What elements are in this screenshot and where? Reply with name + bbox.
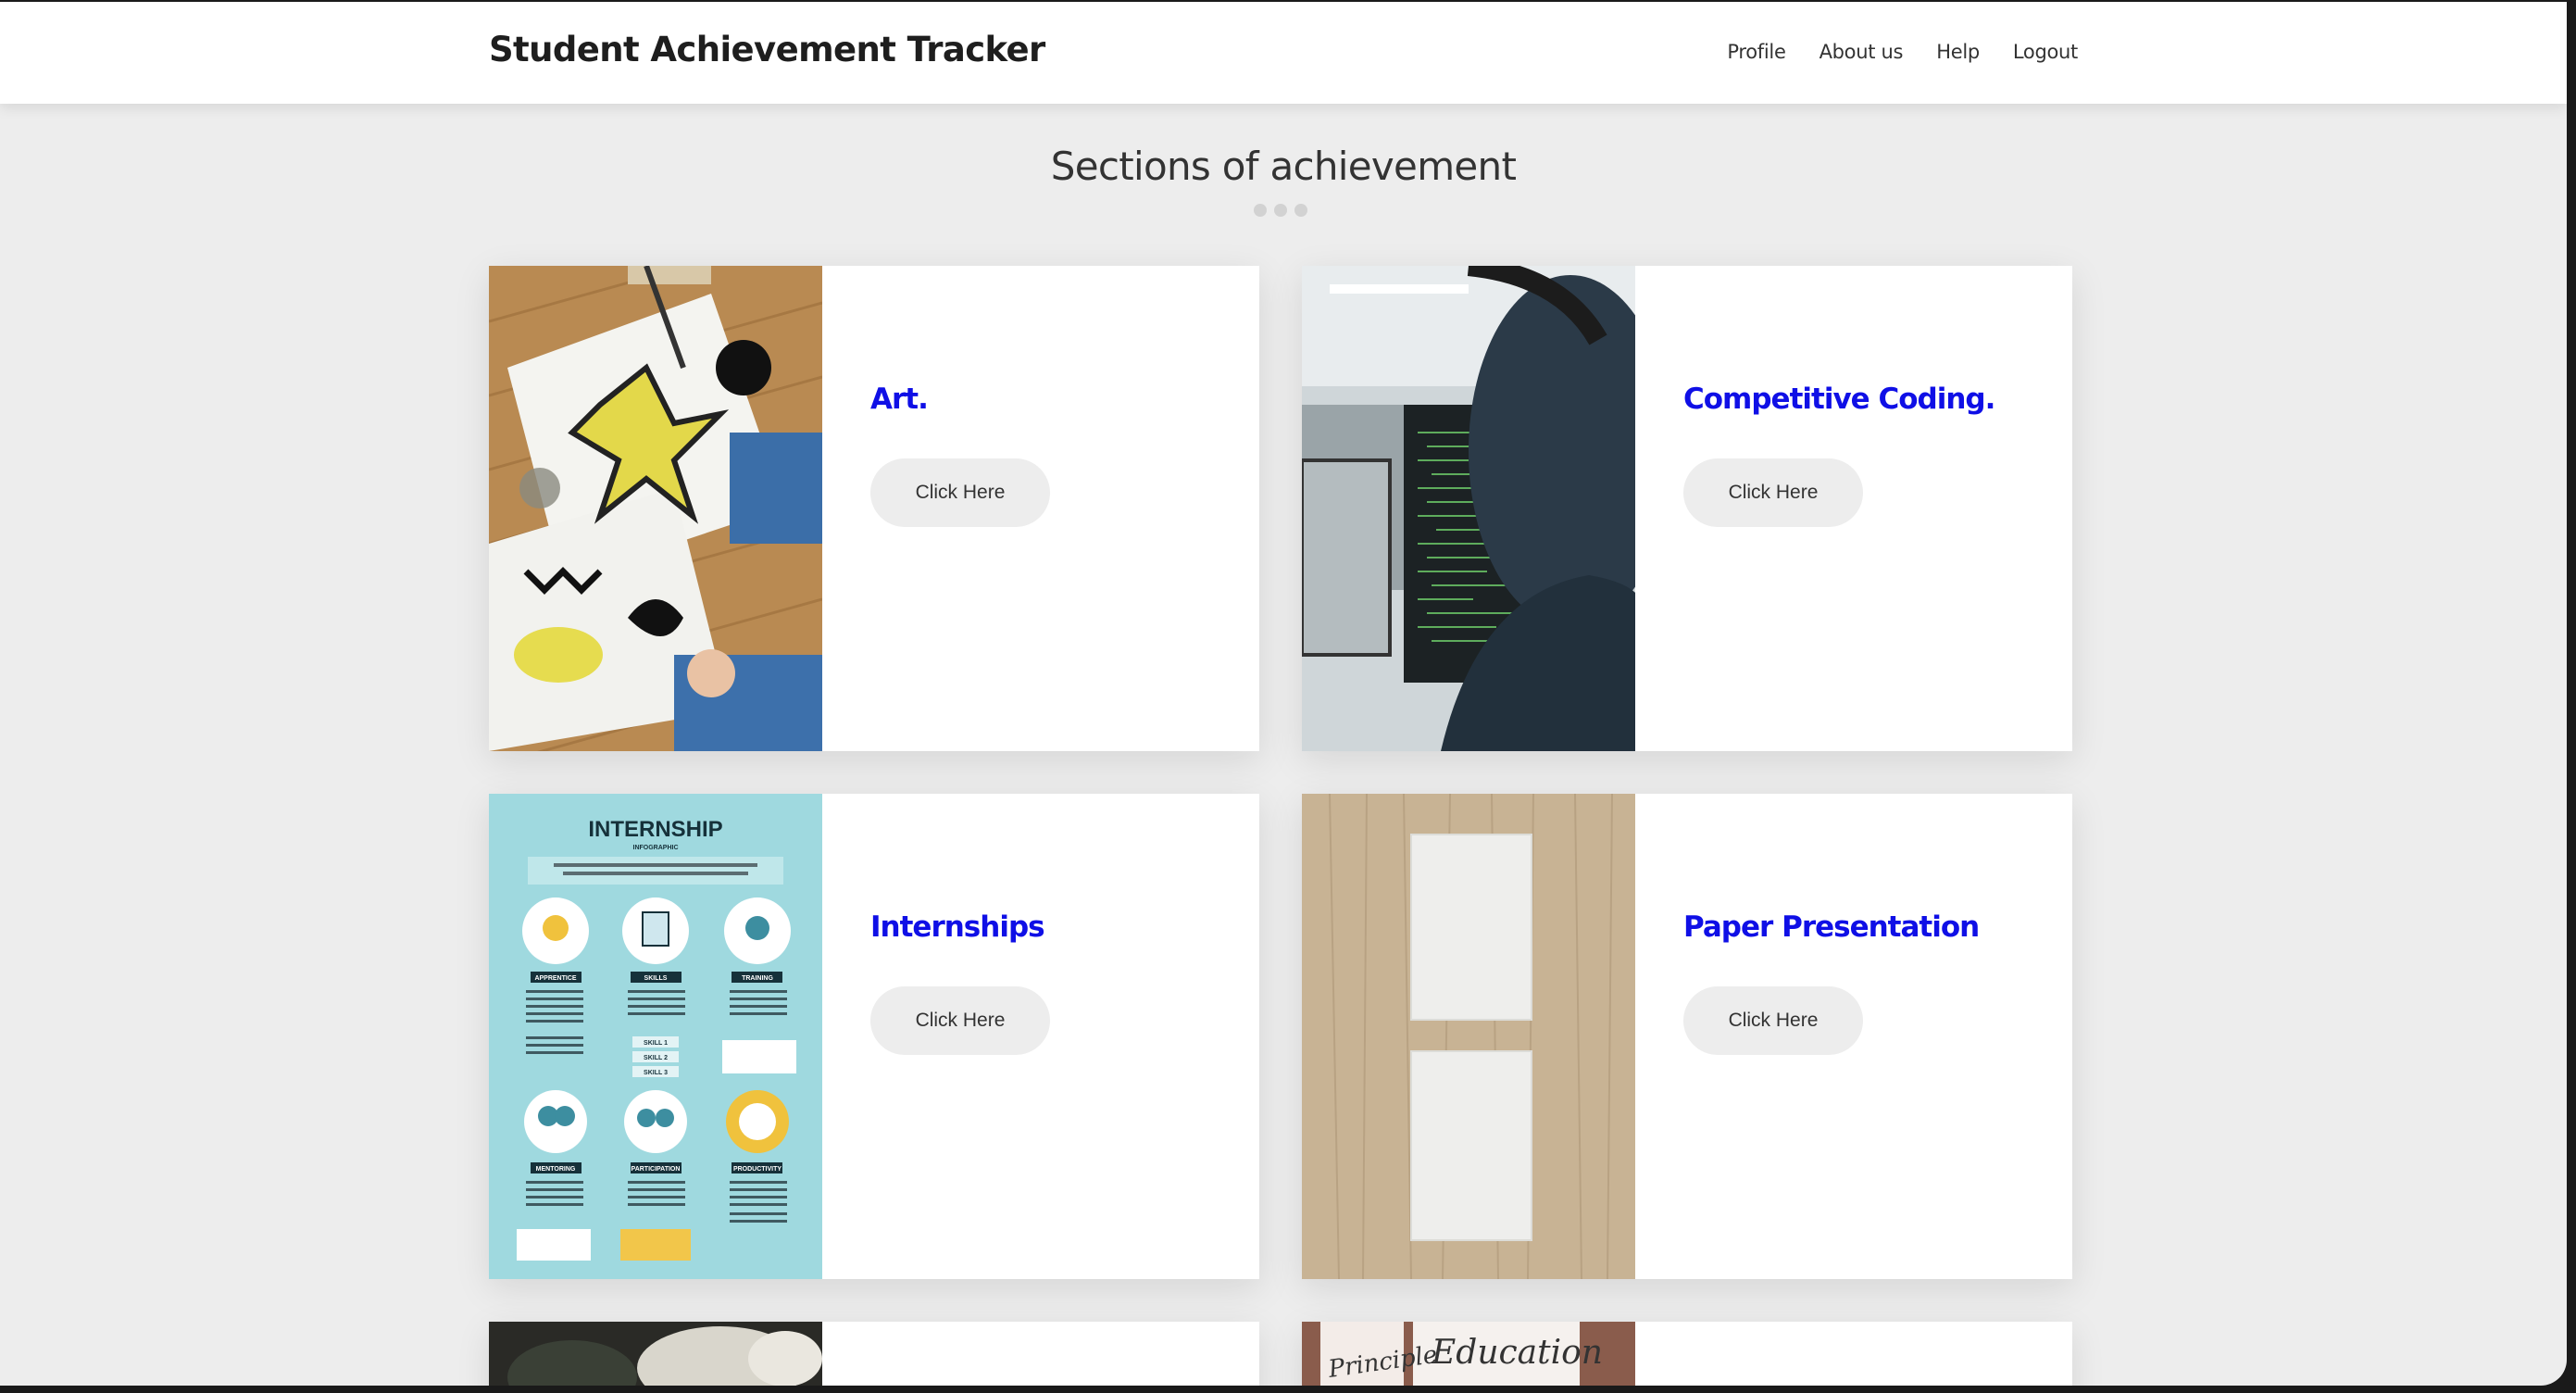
education-board-photo: Principle Education [1302, 1322, 1635, 1386]
section-card-partial-right: Principle Education [1302, 1322, 2072, 1386]
paper-click-here-button[interactable]: Click Here [1683, 986, 1863, 1055]
divider-dot [1254, 204, 1267, 217]
divider-dot [1274, 204, 1287, 217]
divider-dot [1294, 204, 1307, 217]
nav-help-link[interactable]: Help [1936, 41, 1980, 63]
infographic-title: INTERNSHIP [588, 817, 722, 842]
nav-about-link[interactable]: About us [1819, 41, 1904, 63]
label-productivity: PRODUCTIVITY [733, 1166, 782, 1173]
paper-photo [1302, 794, 1635, 1279]
card-title-internships: Internships [870, 910, 1045, 944]
scrollbar-track[interactable] [2559, 1234, 2567, 1271]
label-training: TRAINING [742, 975, 773, 982]
section-card-paper-presentation: Paper Presentation Click Here [1302, 794, 2072, 1279]
group-photo [489, 1322, 822, 1386]
section-card-competitive-coding: Competitive Coding. Click Here [1302, 266, 2072, 751]
top-navbar: Student Achievement Tracker Profile Abou… [0, 2, 2567, 104]
section-card-internships: INTERNSHIP INFOGRAPHIC APPRENTICE SKILLS… [489, 794, 1259, 1279]
art-click-here-button[interactable]: Click Here [870, 458, 1050, 527]
partial-text-education: Education [1431, 1334, 1603, 1372]
skill-1-label: SKILL 1 [644, 1040, 668, 1047]
art-photo [489, 266, 822, 751]
internships-click-here-button[interactable]: Click Here [870, 986, 1050, 1055]
label-apprentice: APPRENTICE [534, 975, 576, 982]
card-title-competitive-coding: Competitive Coding. [1683, 383, 1995, 416]
internship-infographic: INTERNSHIP INFOGRAPHIC APPRENTICE SKILLS… [489, 794, 822, 1279]
section-card-partial-left [489, 1322, 1259, 1386]
label-participation: PARTICIPATION [631, 1166, 681, 1173]
nav-profile-link[interactable]: Profile [1727, 41, 1786, 63]
label-skills: SKILLS [644, 975, 668, 982]
skill-3-label: SKILL 3 [644, 1070, 668, 1076]
nav-menu: Profile About us Help Logout [1727, 41, 2078, 63]
card-title-paper-presentation: Paper Presentation [1683, 910, 1980, 944]
brand-title[interactable]: Student Achievement Tracker [489, 30, 1045, 69]
browser-frame: Student Achievement Tracker Profile Abou… [0, 0, 2576, 1393]
coding-click-here-button[interactable]: Click Here [1683, 458, 1863, 527]
infographic-subtitle: INFOGRAPHIC [633, 845, 679, 851]
heading-divider-dots [1254, 204, 1307, 217]
skill-2-label: SKILL 2 [644, 1055, 668, 1061]
label-mentoring: MENTORING [536, 1166, 576, 1173]
page-viewport: Student Achievement Tracker Profile Abou… [0, 2, 2567, 1386]
coding-photo [1302, 266, 1635, 751]
page-heading: Sections of achievement [1050, 144, 1517, 189]
nav-logout-link[interactable]: Logout [2013, 41, 2078, 63]
section-card-art: Art. Click Here [489, 266, 1259, 751]
card-title-art: Art. [870, 383, 929, 416]
